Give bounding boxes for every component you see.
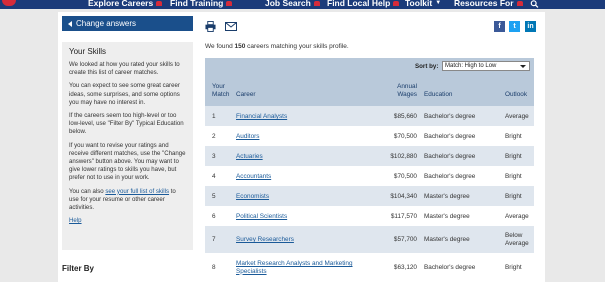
help-paragraph: Help xyxy=(69,217,186,225)
nav-find-training[interactable]: Find Training xyxy=(170,0,233,8)
careers-table: Sort by: Match: High to Low Your Match Ca… xyxy=(205,58,534,282)
header-career[interactable]: Career xyxy=(236,91,256,99)
nav-toolkit[interactable]: Toolkit ▼ xyxy=(405,0,441,8)
header-annual-wages[interactable]: Annual Wages xyxy=(373,83,417,98)
career-link[interactable]: Market Research Analysts and Marketing Sp… xyxy=(236,260,353,275)
header-outlook[interactable]: Outlook xyxy=(505,91,527,99)
table-row: 5 Economists $104,340 Master's degree Br… xyxy=(205,186,534,206)
heart-icon xyxy=(516,1,523,6)
top-navigation: Explore Careers Find Training Job Search… xyxy=(0,0,605,9)
facebook-icon[interactable]: f xyxy=(494,21,505,32)
your-skills-heading: Your Skills xyxy=(69,47,107,56)
career-link[interactable]: Auditors xyxy=(236,133,259,140)
results-summary: We found 150 careers matching your skill… xyxy=(205,43,349,50)
help-link[interactable]: Help xyxy=(69,217,82,224)
sort-select[interactable]: Match: High to Low xyxy=(442,61,530,71)
career-link[interactable]: Actuaries xyxy=(236,153,263,160)
nav-find-local-help[interactable]: Find Local Help xyxy=(327,0,400,8)
dropdown-arrow-icon xyxy=(520,65,526,68)
career-link[interactable]: Accountants xyxy=(236,173,271,180)
nav-explore-careers[interactable]: Explore Careers xyxy=(88,0,163,8)
career-link[interactable]: Financial Analysts xyxy=(236,113,287,120)
logo-icon[interactable] xyxy=(2,0,16,6)
skills-paragraph-1: We looked at how you rated your skills t… xyxy=(69,61,180,77)
career-link[interactable]: Survey Researchers xyxy=(236,236,294,243)
table-row: 6 Political Scientists $117,570 Master's… xyxy=(205,206,534,226)
your-skills-panel: Your Skills We looked at how you rated y… xyxy=(62,42,193,250)
heart-icon xyxy=(393,1,400,6)
print-icon[interactable] xyxy=(205,21,216,32)
heart-icon xyxy=(313,1,320,6)
table-row: 7 Survey Researchers $57,700 Master's de… xyxy=(205,226,534,253)
nav-resources-for[interactable]: Resources For xyxy=(454,0,523,8)
page: Explore Careers Find Training Job Search… xyxy=(0,0,605,282)
filter-by-heading: Filter By xyxy=(62,264,95,273)
skills-paragraph-2: You can expect to see some great career … xyxy=(69,82,180,106)
search-icon[interactable] xyxy=(530,0,539,8)
full-skills-list-link[interactable]: see your full list of skills xyxy=(105,188,169,195)
email-icon[interactable] xyxy=(225,22,237,31)
skills-paragraph-5: You can also see your full list of skill… xyxy=(69,187,176,212)
table-row: 4 Accountants $70,500 Bachelor's degree … xyxy=(205,166,534,186)
table-row: 8 Market Research Analysts and Marketing… xyxy=(205,253,534,282)
skills-paragraph-3: If the careers seem too high-level or to… xyxy=(69,112,184,136)
chevron-down-icon: ▼ xyxy=(435,0,442,6)
header-education[interactable]: Education xyxy=(424,91,452,99)
header-your-match[interactable]: Your Match xyxy=(212,83,229,98)
arrow-left-icon xyxy=(68,20,72,27)
heart-icon xyxy=(226,1,233,6)
sort-bar: Sort by: Match: High to Low xyxy=(205,58,534,76)
heart-icon xyxy=(156,1,163,6)
career-link[interactable]: Economists xyxy=(236,193,269,200)
twitter-icon[interactable]: t xyxy=(509,21,520,32)
sort-label: Sort by: xyxy=(415,63,439,70)
career-link[interactable]: Political Scientists xyxy=(236,213,287,220)
linkedin-icon[interactable]: in xyxy=(525,21,536,32)
table-row: 1 Financial Analysts $85,660 Bachelor's … xyxy=(205,106,534,126)
change-answers-button[interactable]: Change answers xyxy=(62,16,193,31)
table-header: Your Match Career Annual Wages Education O… xyxy=(205,76,534,106)
table-row: 2 Auditors $70,500 Bachelor's degree Bri… xyxy=(205,126,534,146)
nav-job-search[interactable]: Job Search xyxy=(265,0,320,8)
skills-paragraph-4: If you want to revise your ratings and r… xyxy=(69,141,186,182)
table-row: 3 Actuaries $102,880 Bachelor's degree B… xyxy=(205,146,534,166)
